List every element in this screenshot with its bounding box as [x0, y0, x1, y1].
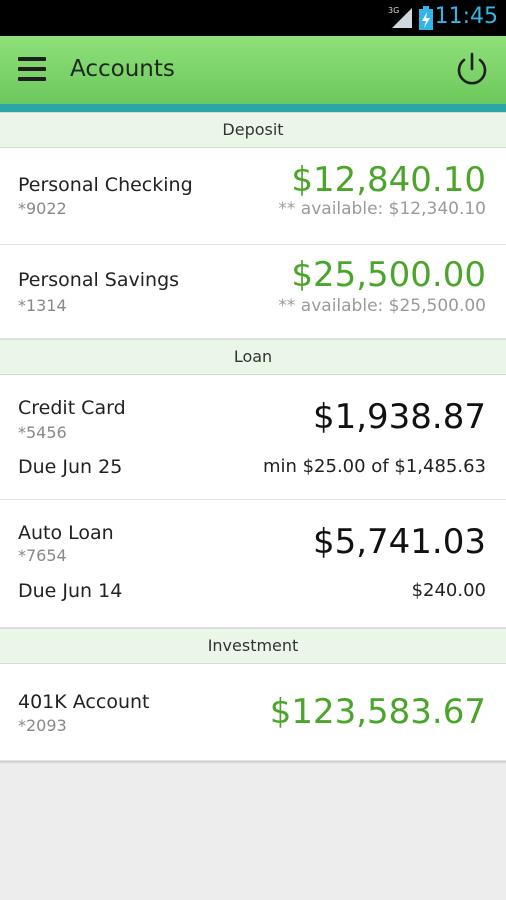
account-number: *7654	[18, 546, 67, 565]
account-row-personal-checking[interactable]: Personal Checking *9022 $12,840.10 ** av…	[0, 148, 506, 245]
menu-icon	[18, 57, 46, 61]
available-balance: ** available: $12,340.10	[278, 199, 486, 219]
due-date: Due Jun 25	[18, 456, 123, 478]
app-bar-accent-strip	[0, 104, 506, 112]
account-name: Auto Loan	[18, 522, 114, 544]
account-number: *1314	[18, 296, 67, 315]
list-bottom-shadow	[0, 761, 506, 764]
account-row-personal-savings[interactable]: Personal Savings *1314 $25,500.00 ** ava…	[0, 245, 506, 339]
account-balance: $5,741.03	[312, 522, 486, 562]
account-name: Personal Checking	[18, 174, 193, 196]
network-type-label: 3G	[388, 6, 400, 15]
signal-icon: 3G	[388, 6, 414, 30]
account-name: Personal Savings	[18, 269, 180, 291]
account-name: 401K Account	[18, 691, 150, 713]
account-balance: $25,500.00	[291, 255, 486, 295]
available-balance: ** available: $25,500.00	[278, 296, 486, 316]
section-header-deposit: Deposit	[0, 112, 506, 148]
battery-icon	[419, 6, 433, 30]
page-title: Accounts	[70, 56, 175, 82]
account-balance: $123,583.67	[269, 692, 486, 732]
account-number: *9022	[18, 199, 67, 218]
clock: 11:45	[434, 4, 498, 29]
account-number: *2093	[18, 716, 67, 735]
account-row-credit-card[interactable]: Credit Card *5456 $1,938.87 Due Jun 25 m…	[0, 375, 506, 500]
account-balance: $1,938.87	[312, 397, 486, 437]
section-header-loan: Loan	[0, 339, 506, 375]
app-bar: Accounts	[0, 36, 506, 112]
account-number: *5456	[18, 423, 67, 442]
status-bar: 3G 11:45	[0, 0, 506, 36]
section-header-investment: Investment	[0, 628, 506, 664]
power-icon	[457, 52, 487, 85]
account-name: Credit Card	[18, 397, 126, 419]
menu-button[interactable]	[14, 53, 50, 87]
account-row-auto-loan[interactable]: Auto Loan *7654 $5,741.03 Due Jun 14 $24…	[0, 500, 506, 628]
accounts-list: Deposit Personal Checking *9022 $12,840.…	[0, 112, 506, 764]
logout-button[interactable]	[452, 50, 492, 90]
due-date: Due Jun 14	[18, 580, 123, 602]
account-row-401k[interactable]: 401K Account *2093 $123,583.67	[0, 664, 506, 761]
account-balance: $12,840.10	[291, 160, 486, 200]
payment-amount: $240.00	[411, 580, 486, 601]
payment-amount: min $25.00 of $1,485.63	[262, 456, 486, 477]
